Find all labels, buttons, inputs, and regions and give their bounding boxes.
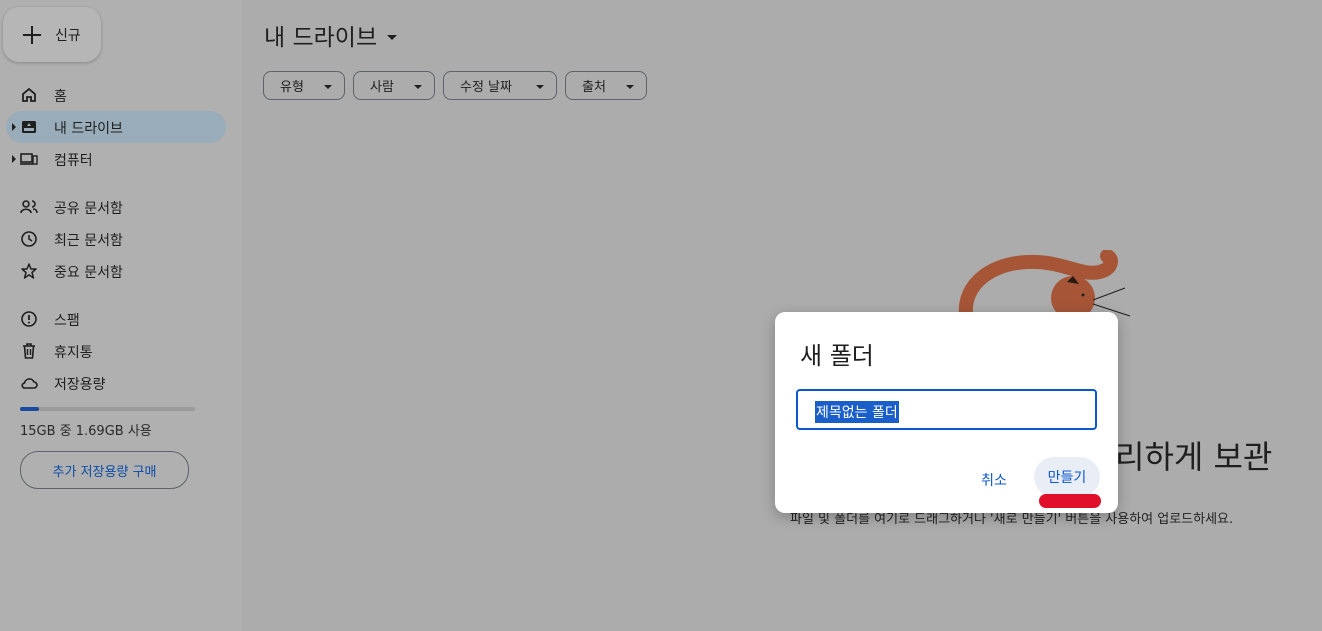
filter-chip-label: 사람 (370, 80, 394, 95)
sidebar-item-recent[interactable]: 최근 문서함 (0, 223, 226, 255)
spam-icon (21, 311, 37, 327)
sidebar-item-starred[interactable]: 중요 문서함 (0, 255, 226, 287)
chevron-down-icon (387, 34, 398, 40)
sidebar-item-my-drive[interactable]: 내 드라이브 (6, 111, 226, 143)
plus-icon (21, 24, 43, 46)
folder-name-input[interactable] (796, 389, 1097, 430)
sidebar-item-label: 스팸 (54, 313, 80, 329)
sidebar-item-label: 컴퓨터 (54, 153, 93, 169)
filter-chip-people[interactable]: 사람 (353, 71, 435, 100)
computer-icon (20, 153, 38, 165)
expand-caret-icon[interactable] (12, 155, 16, 163)
sidebar-item-label: 홈 (54, 89, 67, 105)
sidebar-item-storage[interactable]: 저장용량 (0, 367, 226, 399)
people-icon (20, 200, 38, 214)
filter-chip-label: 수정 날짜 (460, 80, 512, 95)
sidebar-item-spam[interactable]: 스팸 (0, 303, 226, 335)
empty-state-illustration (958, 250, 1131, 320)
sidebar-item-home[interactable]: 홈 (0, 79, 226, 111)
buy-storage-button[interactable]: 추가 저장용량 구매 (20, 451, 189, 489)
chevron-down-icon (626, 85, 634, 89)
filter-chip-modified[interactable]: 수정 날짜 (443, 71, 557, 100)
trash-icon (23, 343, 35, 359)
storage-progress-bar (20, 407, 195, 411)
page-title[interactable]: 내 드라이브 (264, 18, 398, 52)
sidebar-item-label: 내 드라이브 (54, 121, 123, 137)
filter-chip-label: 유형 (280, 80, 304, 95)
sidebar-item-shared[interactable]: 공유 문서함 (0, 191, 226, 223)
sidebar-item-trash[interactable]: 휴지통 (0, 335, 226, 367)
sidebar: 신규 홈 내 드라이브 컴퓨터 공유 문서함 최근 문서함 중요 문서함 스팸 … (0, 0, 242, 631)
storage-usage-text: 15GB 중 1.69GB 사용 (20, 424, 152, 439)
create-button[interactable]: 만들기 (1034, 457, 1100, 497)
dialog-title: 새 폴더 (800, 342, 874, 370)
clock-icon (21, 231, 37, 247)
sidebar-item-label: 저장용량 (54, 377, 106, 393)
filter-chip-label: 출처 (582, 80, 606, 95)
chevron-down-icon (536, 85, 544, 89)
empty-state-title: 리하게 보관 (1115, 438, 1273, 476)
sidebar-item-label: 휴지통 (54, 345, 93, 361)
sidebar-item-label: 최근 문서함 (54, 233, 123, 249)
filter-chip-type[interactable]: 유형 (263, 71, 345, 100)
expand-caret-icon[interactable] (12, 123, 16, 131)
annotation-underline (1039, 494, 1101, 508)
sidebar-item-label: 공유 문서함 (54, 201, 123, 217)
star-icon (21, 263, 37, 279)
filter-chip-source[interactable]: 출처 (565, 71, 647, 100)
chevron-down-icon (324, 85, 332, 89)
cancel-button[interactable]: 취소 (968, 464, 1020, 496)
new-button-label: 신규 (55, 27, 81, 44)
sidebar-item-label: 중요 문서함 (54, 265, 123, 281)
storage-progress-fill (20, 407, 40, 411)
sidebar-item-computers[interactable]: 컴퓨터 (0, 143, 226, 175)
cloud-icon (21, 378, 38, 389)
home-icon (22, 87, 36, 102)
chevron-down-icon (414, 85, 422, 89)
page-title-text: 내 드라이브 (264, 25, 378, 51)
new-button[interactable]: 신규 (3, 7, 101, 62)
new-folder-dialog: 새 폴더 제목없는 폴더 취소 만들기 (775, 312, 1118, 513)
drive-icon (22, 121, 36, 133)
